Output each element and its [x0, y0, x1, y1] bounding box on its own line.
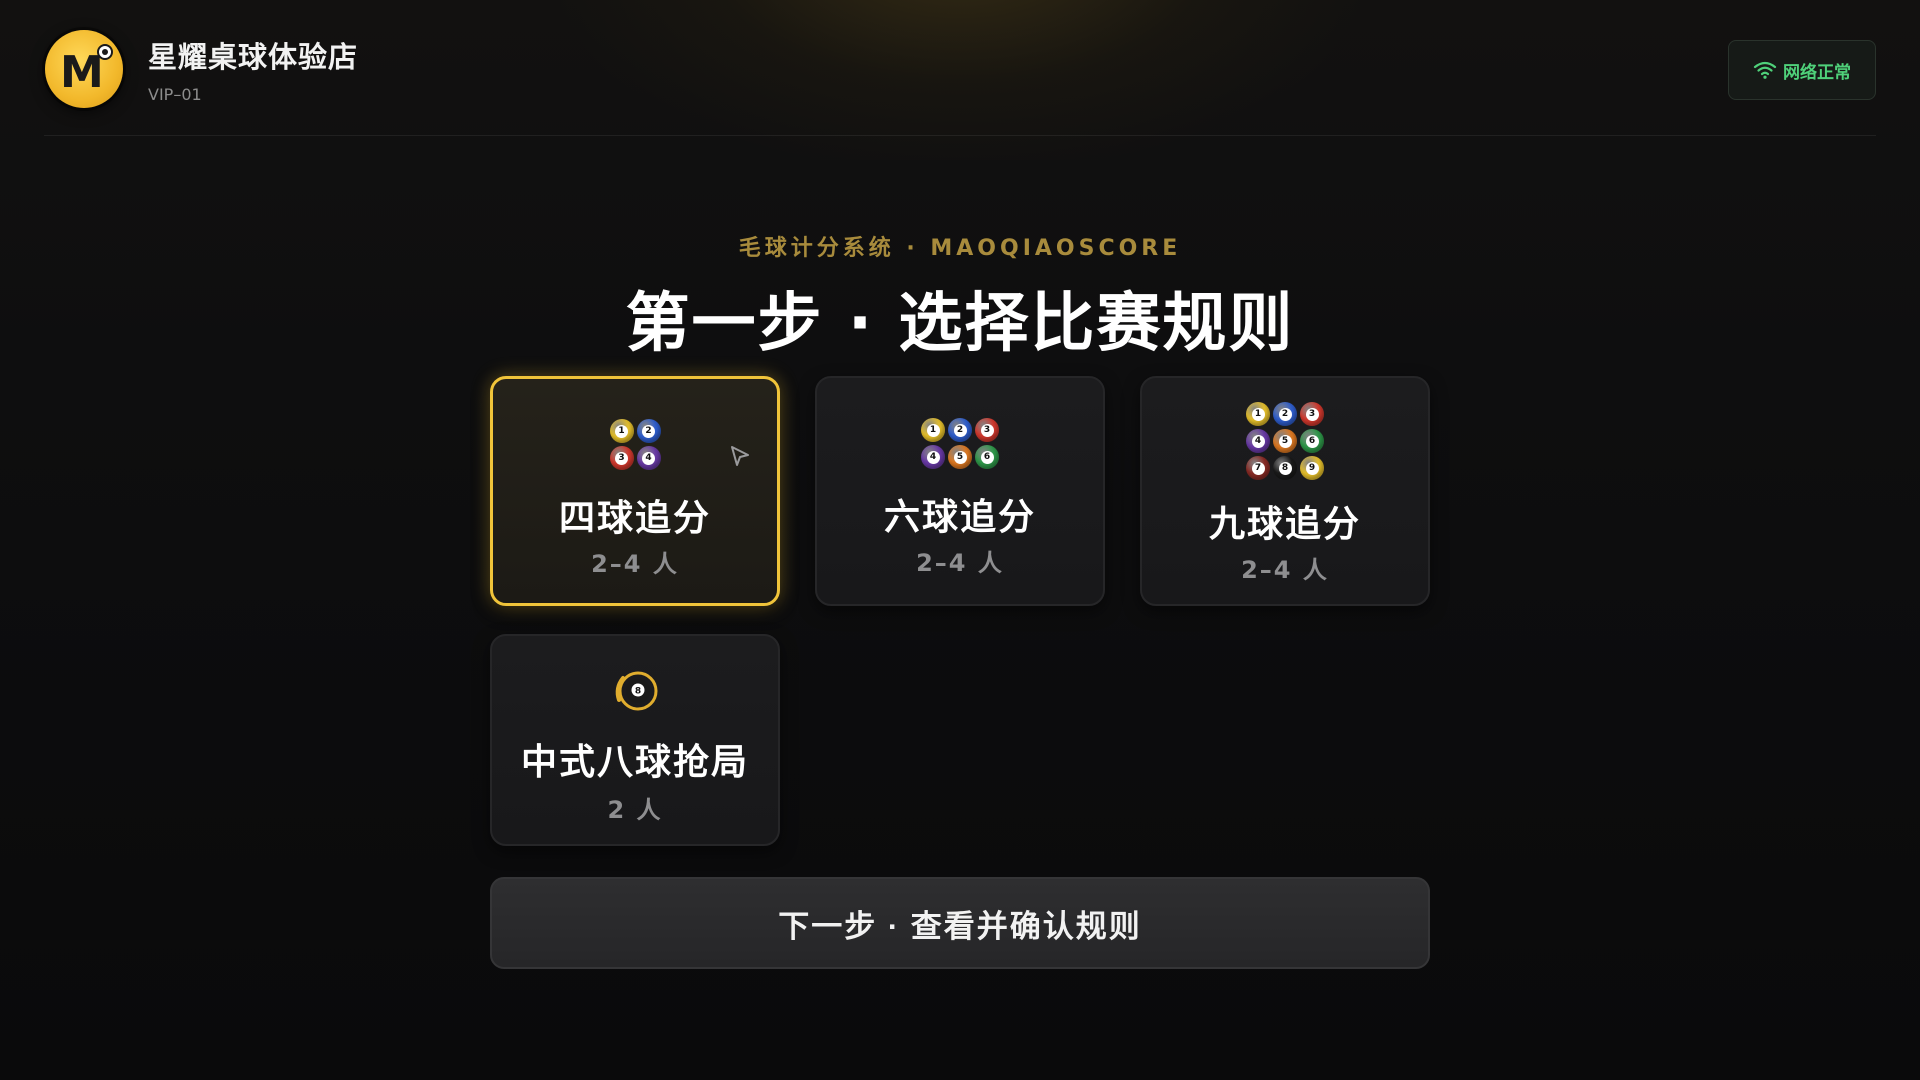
billiard-ball-icon: 1 — [609, 419, 634, 443]
rule-card-title: 九球追分 — [1208, 504, 1361, 545]
rule-card-players: 2–4 人 — [916, 549, 1004, 577]
billiard-ball-icon: 1 — [1246, 402, 1270, 426]
ball-number: 2 — [642, 424, 655, 438]
ball-number: 1 — [1251, 407, 1265, 421]
ball-number: 3 — [980, 423, 994, 437]
header-divider — [44, 135, 1876, 136]
billiard-ball-icon: 3 — [975, 418, 999, 442]
network-status-text: 网络正常 — [1783, 62, 1851, 83]
svg-text:8: 8 — [635, 687, 641, 697]
wifi-icon — [1753, 61, 1777, 79]
ball-number: 6 — [1305, 434, 1319, 448]
rule-card-four-ball[interactable]: 1234 四球追分 2–4 人 — [490, 376, 780, 606]
room-id: VIP–01 — [148, 85, 202, 104]
rule-card-players: 2–4 人 — [1241, 556, 1329, 584]
ball-number: 1 — [615, 424, 628, 438]
billiard-ball-icon: 2 — [636, 419, 661, 443]
billiard-ball-icon: 5 — [948, 445, 972, 469]
nine-balls-icon: 123 456 789 — [1142, 402, 1428, 480]
rule-card-title: 四球追分 — [558, 498, 711, 539]
rule-card-players: 2–4 人 — [591, 550, 679, 578]
network-status-badge: 网络正常 — [1728, 40, 1876, 100]
cursor-pointer-icon — [731, 446, 749, 466]
ball-number: 8 — [1278, 461, 1292, 475]
billiard-ball-icon: 5 — [1273, 429, 1297, 453]
ball-number: 5 — [1278, 434, 1292, 448]
billiard-ball-icon: 6 — [1300, 429, 1324, 453]
logo-eye-icon — [97, 44, 113, 60]
page-title: 第一步 · 选择比赛规则 — [625, 287, 1295, 361]
rule-card-six-ball[interactable]: 123 456 六球追分 2–4 人 — [815, 376, 1105, 606]
billiard-ball-icon: 7 — [1246, 456, 1270, 480]
ball-number: 4 — [1251, 434, 1265, 448]
ball-number: 6 — [980, 450, 994, 464]
ball-number: 7 — [1251, 461, 1265, 475]
ball-number: 3 — [615, 451, 628, 465]
top-bar: M 星耀桌球体验店 VIP–01 网络正常 — [0, 0, 1920, 136]
system-subtitle: 毛球计分系统 · MAOQIAOSCORE — [738, 236, 1182, 261]
logo-letter: M — [60, 47, 104, 98]
billiard-ball-icon: 2 — [948, 418, 972, 442]
rule-card-chinese-eight-ball[interactable]: 8 中式八球抢局 2 人 — [490, 634, 780, 846]
billiard-ball-icon: 1 — [921, 418, 945, 442]
ball-number: 3 — [1305, 407, 1319, 421]
rule-card-title: 六球追分 — [883, 497, 1036, 538]
brand-logo: M — [45, 30, 123, 108]
rule-card-players: 2 人 — [607, 796, 663, 824]
billiard-ball-icon: 6 — [975, 445, 999, 469]
ball-number: 5 — [953, 450, 967, 464]
billiard-ball-icon: 2 — [1273, 402, 1297, 426]
billiard-ball-icon: 3 — [1300, 402, 1324, 426]
ball-number: 2 — [1278, 407, 1292, 421]
ball-number: 4 — [642, 451, 655, 465]
ball-number: 1 — [926, 423, 940, 437]
billiard-ball-icon: 4 — [636, 446, 661, 470]
rule-card-title: 中式八球抢局 — [520, 742, 749, 783]
billiard-ball-icon: 3 — [609, 446, 634, 470]
next-step-button[interactable]: 下一步 · 查看并确认规则 — [490, 877, 1430, 969]
ball-number: 4 — [926, 450, 940, 464]
rule-card-nine-ball[interactable]: 123 456 789 九球追分 2–4 人 — [1140, 376, 1430, 606]
billiard-ball-icon: 4 — [921, 445, 945, 469]
ball-number: 2 — [953, 423, 967, 437]
six-balls-icon: 123 456 — [817, 418, 1103, 469]
billiard-ball-icon: 9 — [1300, 456, 1324, 480]
store-name: 星耀桌球体验店 — [148, 40, 359, 74]
billiard-ball-icon: 4 — [1246, 429, 1270, 453]
ball-number: 9 — [1305, 461, 1319, 475]
eight-ball-icon: 8 — [492, 666, 778, 716]
billiard-ball-icon: 8 — [1273, 456, 1297, 480]
